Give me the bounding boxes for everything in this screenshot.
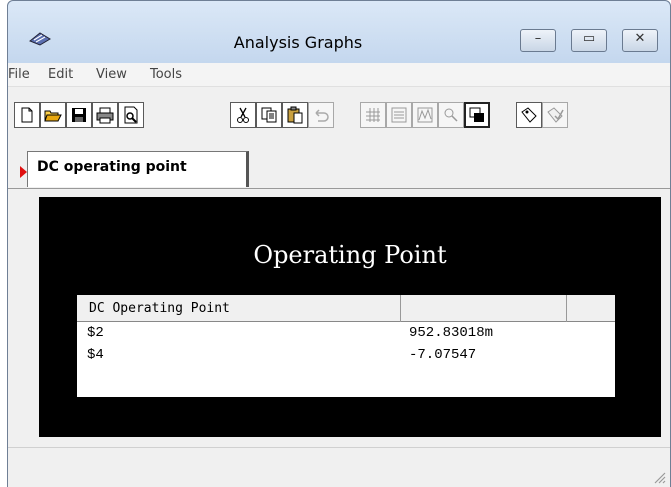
open-button[interactable]: [40, 102, 66, 128]
paste-button[interactable]: [282, 102, 308, 128]
analysis-graphs-window: Analysis Graphs – ▭ ✕ File Edit View Too…: [7, 0, 671, 487]
overlay-button[interactable]: [464, 102, 490, 128]
table-header-extra[interactable]: [567, 295, 615, 322]
table-header-name[interactable]: DC Operating Point: [77, 295, 401, 322]
waveform-icon: [417, 107, 433, 123]
table-row[interactable]: $4 -7.07547: [77, 345, 615, 366]
table-header-label: DC Operating Point: [89, 301, 230, 316]
status-bar: [8, 447, 670, 487]
window-title: Analysis Graphs: [233, 33, 363, 52]
row-name: $4: [87, 347, 104, 363]
zoom-button[interactable]: [438, 102, 464, 128]
tag-check-button[interactable]: [542, 102, 568, 128]
menu-bar: File Edit View Tools: [8, 63, 670, 87]
undo-button[interactable]: [308, 102, 334, 128]
row-name: $2: [87, 325, 104, 341]
open-folder-icon: [44, 110, 62, 122]
cut-button[interactable]: [230, 102, 256, 128]
close-button[interactable]: ✕: [622, 29, 658, 52]
toolbar: [8, 87, 670, 139]
plot-panel[interactable]: Operating Point DC Operating Point $2 95…: [39, 197, 661, 437]
copy-icon: [261, 107, 277, 123]
menu-tools[interactable]: Tools: [150, 67, 182, 82]
app-icon: [29, 32, 51, 46]
list-button[interactable]: [386, 102, 412, 128]
waveform-button[interactable]: [412, 102, 438, 128]
undo-icon: [315, 109, 329, 122]
menu-file[interactable]: File: [8, 67, 30, 82]
tag-button[interactable]: [516, 102, 542, 128]
table-header: DC Operating Point: [77, 295, 615, 322]
operating-point-table[interactable]: DC Operating Point $2 952.83018m $4 -7.0…: [77, 295, 615, 397]
tag-icon: [521, 107, 537, 123]
row-value: 952.83018m: [409, 325, 494, 341]
print-preview-icon: [124, 106, 138, 124]
title-bar[interactable]: Analysis Graphs – ▭ ✕: [8, 1, 670, 63]
close-icon: ✕: [634, 31, 646, 46]
minimize-icon: –: [534, 31, 542, 46]
tab-bar: DC operating point: [8, 139, 670, 189]
maximize-icon: ▭: [582, 31, 596, 46]
print-icon: [96, 107, 114, 124]
minimize-button[interactable]: –: [520, 29, 556, 52]
new-button[interactable]: [14, 102, 40, 128]
tab-dc-operating-point[interactable]: DC operating point: [27, 151, 249, 187]
print-button[interactable]: [92, 102, 118, 128]
new-file-icon: [21, 107, 33, 123]
active-tab-marker-icon: [20, 166, 27, 178]
grid-icon: [366, 108, 380, 122]
list-icon: [391, 107, 407, 123]
copy-button[interactable]: [256, 102, 282, 128]
resize-grip-icon[interactable]: [652, 470, 666, 484]
zoom-icon: [444, 108, 458, 122]
table-header-value[interactable]: [401, 295, 567, 322]
print-preview-button[interactable]: [118, 102, 144, 128]
content-area: Operating Point DC Operating Point $2 95…: [8, 189, 670, 447]
row-value: -7.07547: [409, 347, 477, 363]
tab-label: DC operating point: [37, 159, 187, 175]
menu-view[interactable]: View: [96, 67, 127, 82]
plot-title: Operating Point: [253, 241, 447, 269]
grid-button[interactable]: [360, 102, 386, 128]
paste-icon: [287, 106, 303, 124]
table-row[interactable]: $2 952.83018m: [77, 323, 615, 344]
cut-icon: [237, 107, 249, 123]
maximize-button[interactable]: ▭: [571, 29, 607, 52]
save-icon: [72, 108, 86, 122]
save-button[interactable]: [66, 102, 92, 128]
tag-check-icon: [547, 107, 564, 123]
menu-edit[interactable]: Edit: [48, 67, 73, 82]
overlay-icon: [469, 107, 484, 122]
